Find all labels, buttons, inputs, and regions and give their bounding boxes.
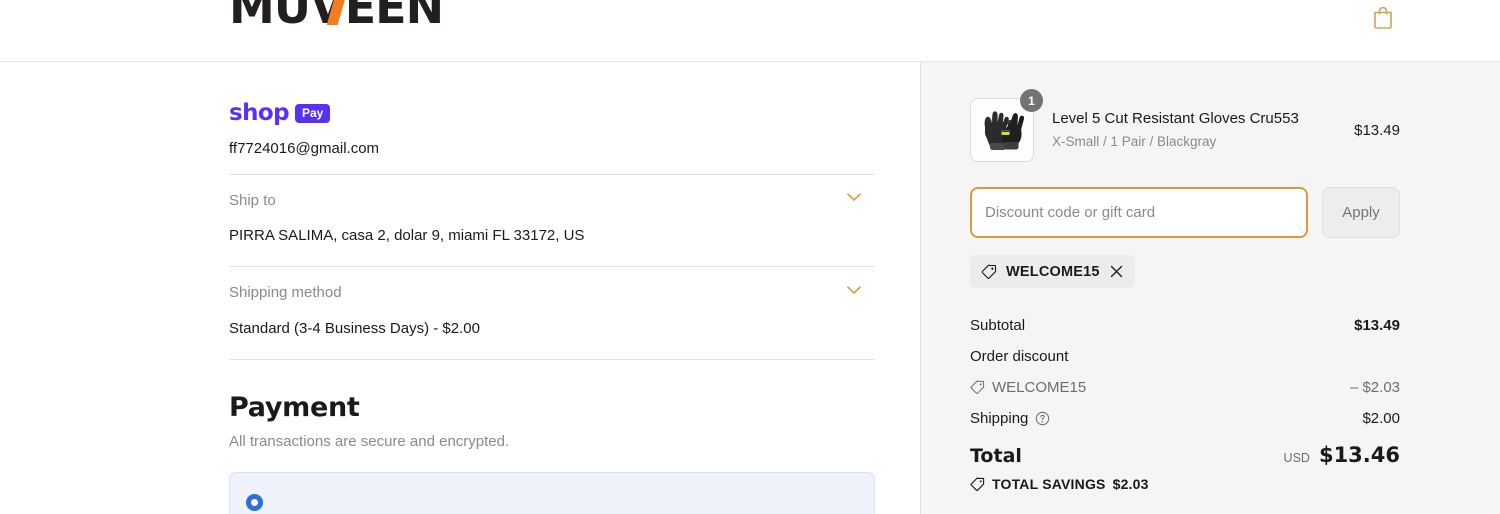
order-discount-row: Order discount [970, 341, 1400, 372]
chevron-down-glyph [847, 193, 861, 201]
checkout-body: shop Pay ff7724016@gmail.com Ship to PIR… [0, 62, 1500, 514]
store-logo-text: MUVEEN [229, 0, 444, 30]
product-thumbnail-wrap: 1 [970, 89, 1043, 162]
total-currency: USD [1283, 451, 1310, 465]
customer-email: ff7724016@gmail.com [229, 139, 380, 157]
order-totals: Subtotal $13.49 Order discount WELCOME15 [970, 310, 1400, 492]
apply-discount-button[interactable]: Apply [1322, 187, 1400, 238]
item-quantity-badge: 1 [1020, 89, 1043, 112]
ship-to-label: Ship to [229, 191, 276, 209]
shipping-value: $2.00 [1362, 410, 1400, 427]
close-icon[interactable] [1109, 264, 1124, 279]
total-label: Total [970, 445, 1022, 467]
shipping-method-row: Shipping method Standard (3-4 Business D… [229, 266, 875, 359]
order-summary: 1 Level 5 Cut Resistant Gloves Cru553 X-… [920, 62, 1500, 514]
shipping-label: Shipping [970, 410, 1029, 427]
product-info: Level 5 Cut Resistant Gloves Cru553 X-Sm… [1052, 109, 1340, 151]
chevron-down-icon[interactable] [841, 277, 867, 303]
subtotal-row: Subtotal $13.49 [970, 310, 1400, 341]
close-glyph [1110, 265, 1122, 278]
product-price: $13.49 [1354, 121, 1400, 139]
order-discount-label: Order discount [970, 348, 1069, 365]
shipping-label-wrap: Shipping [970, 410, 1050, 427]
shipping-method-label: Shipping method [229, 284, 342, 302]
shipping-row: Shipping $2.00 [970, 403, 1400, 434]
order-line-item: 1 Level 5 Cut Resistant Gloves Cru553 X-… [970, 89, 1400, 162]
discount-code-input[interactable] [970, 187, 1308, 238]
checkout-page: MUVEEN shop Pay ff7724016@gmail.com Ship… [0, 0, 1500, 514]
grand-total-row: Total USD $13.46 [970, 434, 1400, 467]
ship-to-address: PIRRA SALIMA, casa 2, dolar 9, miami FL … [229, 227, 585, 244]
total-savings-row: TOTAL SAVINGS $2.03 [970, 476, 1400, 492]
payment-subtitle: All transactions are secure and encrypte… [229, 433, 510, 450]
ship-to-row: Ship to PIRRA SALIMA, casa 2, dolar 9, m… [229, 173, 875, 267]
chevron-down-glyph [847, 286, 861, 294]
product-title: Level 5 Cut Resistant Gloves Cru553 [1052, 109, 1299, 127]
question-circle-icon[interactable] [1035, 411, 1050, 426]
discount-form: Apply [970, 187, 1400, 238]
page-title: Payment [229, 392, 360, 423]
payment-method-option[interactable] [229, 472, 875, 514]
shop-pay-badge: Pay [294, 103, 331, 123]
shopping-bag-glyph [1374, 6, 1392, 29]
tag-icon [970, 380, 985, 395]
discount-code-amount: – $2.03 [1349, 379, 1400, 396]
total-savings-label: TOTAL SAVINGS [992, 476, 1106, 492]
subtotal-value: $13.49 [1354, 317, 1400, 334]
radio-selected-icon[interactable] [246, 493, 263, 511]
applied-discount-code: WELCOME15 [1006, 263, 1100, 280]
shop-pay-wordmark: shop [229, 99, 290, 126]
product-variant: X-Small / 1 Pair / Blackgray [1052, 134, 1217, 150]
subtotal-label: Subtotal [970, 317, 1026, 334]
shipping-method-value: Standard (3-4 Business Days) - $2.00 [229, 319, 480, 337]
tag-icon [981, 263, 997, 279]
discount-code-label-wrap: WELCOME15 [970, 379, 1086, 396]
site-header: MUVEEN [0, 0, 1500, 62]
total-amount-wrap: USD $13.46 [1284, 443, 1400, 467]
chevron-down-icon[interactable] [841, 185, 867, 211]
checkout-main-column: shop Pay ff7724016@gmail.com Ship to PIR… [0, 62, 920, 514]
shopping-bag-icon[interactable] [1366, 0, 1400, 34]
tag-icon [970, 476, 985, 491]
shop-pay-logo: shop Pay [229, 99, 331, 126]
store-logo[interactable]: MUVEEN [229, 0, 444, 38]
total-savings-value: $2.03 [1112, 476, 1149, 492]
applied-discount-chip: WELCOME15 [970, 255, 1135, 288]
discount-code-row: WELCOME15 – $2.03 [970, 372, 1400, 403]
total-value: $13.46 [1318, 443, 1400, 467]
payment-section: Payment All transactions are secure and … [229, 359, 875, 514]
discount-code-name: WELCOME15 [992, 379, 1087, 396]
